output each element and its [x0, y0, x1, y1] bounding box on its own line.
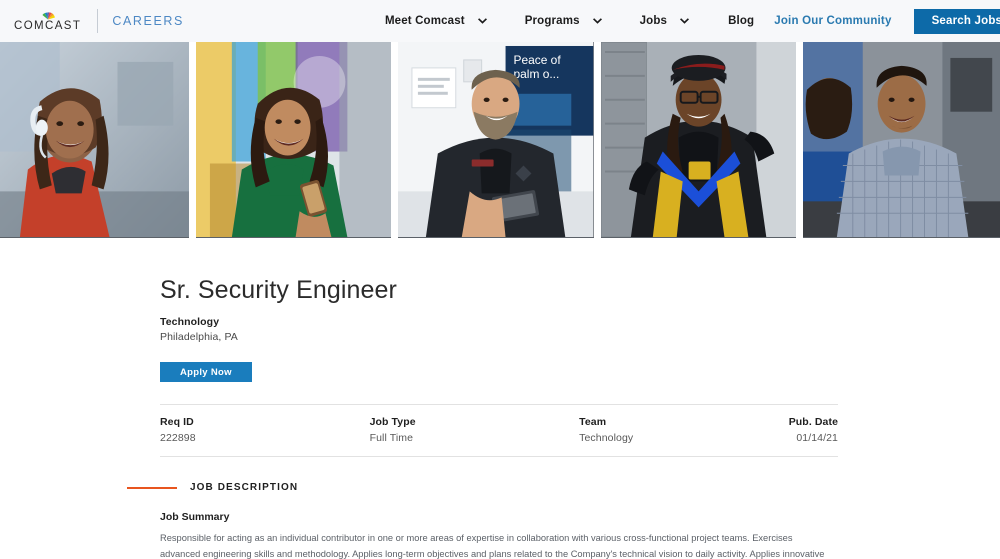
- page-title: Sr. Security Engineer: [160, 276, 397, 304]
- nav-label-meet-comcast: Meet Comcast: [384, 15, 465, 27]
- chevron-down-icon: [592, 18, 602, 24]
- comcast-logo: COMCAST: [14, 9, 81, 33]
- svg-text:Peace of: Peace of: [514, 53, 562, 67]
- header-actions: Join Our Community Search Jobs Employee …: [774, 8, 1000, 34]
- careers-job-page: COMCAST CAREERS Meet Comcast Programs Jo…: [0, 0, 1000, 559]
- hero-photo-call-center-agent: [0, 42, 190, 238]
- meta-label-team: Team: [579, 416, 607, 428]
- brand-divider: [97, 9, 99, 33]
- meta-label-pub-date: Pub. Date: [788, 416, 839, 428]
- chevron-down-icon: [680, 18, 690, 24]
- brand-logo-link[interactable]: COMCAST CAREERS: [14, 9, 184, 33]
- hero-panel-5: [802, 42, 1000, 238]
- hero-photo-employee-at-counter: [802, 42, 1000, 238]
- nbc-peacock-icon: [42, 12, 55, 20]
- meta-team: Team Technology: [579, 416, 789, 444]
- job-detail-container: Sr. Security Engineer Technology Philade…: [127, 276, 860, 559]
- hero-image-strip: Peace of palm o...: [0, 42, 1000, 238]
- meta-job-type: Job Type Full Time: [370, 416, 580, 444]
- nav-item-blog[interactable]: Blog: [708, 15, 774, 27]
- job-location: Philadelphia, PA: [160, 331, 238, 343]
- hero-panel-1: [0, 42, 190, 238]
- hero-panel-2: [196, 42, 392, 238]
- main-navigation: Meet Comcast Programs Jobs Blog: [366, 15, 774, 27]
- job-department: Technology: [160, 316, 220, 328]
- nav-label-jobs: Jobs: [639, 15, 668, 27]
- nav-item-meet-comcast[interactable]: Meet Comcast: [366, 15, 506, 27]
- comcast-wordmark: COMCAST: [14, 20, 82, 33]
- hero-photo-retail-employee-tablet: Peace of palm o...: [398, 42, 594, 238]
- nav-label-programs: Programs: [524, 15, 580, 27]
- job-detail-main: Sr. Security Engineer Technology Philade…: [0, 276, 1000, 559]
- meta-value-pub-date: 01/14/21: [796, 432, 839, 444]
- apply-now-button[interactable]: Apply Now: [160, 362, 252, 382]
- chevron-down-icon: [477, 18, 487, 24]
- search-jobs-button[interactable]: Search Jobs: [913, 8, 1000, 34]
- meta-label-job-type: Job Type: [369, 416, 416, 428]
- section-title-job-description: JOB DESCRIPTION: [190, 482, 299, 493]
- job-meta-row: Req ID 222898 Job Type Full Time Team Te…: [160, 404, 838, 457]
- nav-label-blog: Blog: [728, 15, 755, 27]
- hero-panel-3: Peace of palm o...: [398, 42, 594, 238]
- meta-label-req-id: Req ID: [160, 416, 194, 428]
- job-summary-heading: Job Summary: [160, 511, 230, 523]
- meta-value-job-type: Full Time: [369, 432, 414, 444]
- meta-value-req-id: 222898: [160, 432, 196, 444]
- job-description-heading: JOB DESCRIPTION: [127, 482, 860, 493]
- careers-wordmark: CAREERS: [112, 14, 184, 28]
- job-description-text: Responsible for acting as an individual …: [160, 533, 825, 559]
- hero-panel-4: [600, 42, 796, 238]
- meta-pub-date: Pub. Date 01/14/21: [789, 416, 838, 444]
- site-header: COMCAST CAREERS Meet Comcast Programs Jo…: [0, 0, 1000, 42]
- nav-item-programs[interactable]: Programs: [506, 15, 621, 27]
- join-our-community-link[interactable]: Join Our Community: [774, 15, 891, 27]
- accent-rule: [127, 486, 177, 489]
- svg-text:palm o...: palm o...: [514, 67, 560, 81]
- nav-item-jobs[interactable]: Jobs: [621, 15, 708, 27]
- meta-req-id: Req ID 222898: [160, 416, 370, 444]
- hero-photo-employee-with-phone: [196, 42, 392, 238]
- hero-photo-field-technician: [600, 42, 796, 238]
- meta-value-team: Technology: [579, 432, 634, 444]
